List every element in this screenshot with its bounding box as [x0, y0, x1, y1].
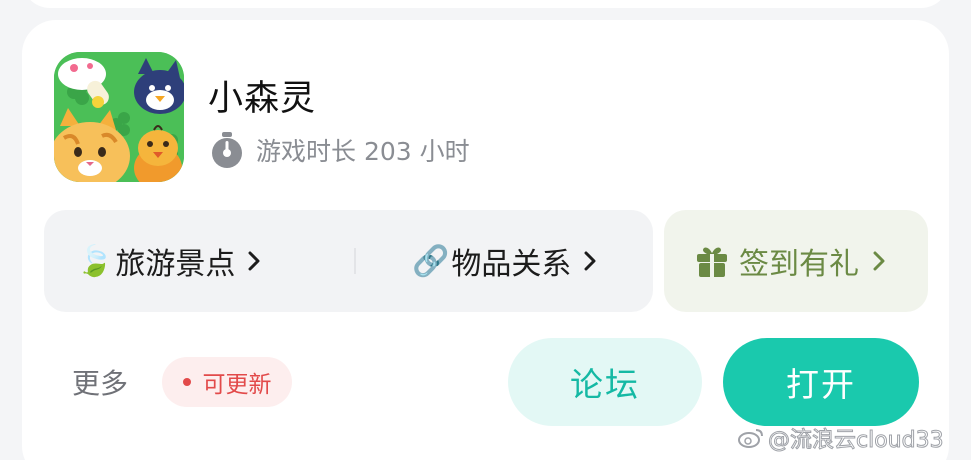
- app-icon-artwork: [54, 52, 184, 182]
- shortcut-item-relations[interactable]: 🔗 物品关系: [412, 210, 597, 312]
- chevron-right-icon: [248, 251, 260, 271]
- shortcut-label: 旅游景点: [115, 247, 236, 282]
- shortcut-divider: [354, 248, 356, 274]
- app-title: 小森灵: [208, 79, 317, 119]
- open-button[interactable]: 打开: [723, 338, 919, 426]
- update-available-badge[interactable]: 可更新: [162, 357, 292, 407]
- previous-card-edge: [22, 0, 949, 8]
- more-link[interactable]: 更多: [72, 362, 128, 402]
- gift-icon: [697, 247, 727, 277]
- stopwatch-icon: [212, 132, 242, 168]
- watermark: @流浪云cloud33: [738, 422, 944, 454]
- playtime-row: 游戏时长 203 小时: [210, 130, 470, 170]
- forum-button[interactable]: 论坛: [508, 338, 702, 426]
- playtime-text: 游戏时长 203 小时: [256, 137, 470, 166]
- app-icon[interactable]: [54, 52, 184, 182]
- shortcut-label: 物品关系: [451, 247, 572, 282]
- status-dot: [182, 378, 191, 386]
- checkin-label: 签到有礼: [739, 247, 859, 282]
- chevron-right-icon: [584, 251, 596, 271]
- shortcut-travel-spots[interactable]: 🍃 旅游景点: [76, 210, 261, 312]
- weibo-icon: [738, 429, 763, 448]
- watermark-text: @流浪云cloud33: [768, 428, 945, 454]
- page: 小森灵 游戏时长 203 小时 🍃 旅游景点 🔗 物品关系 签到有礼 更多 可更…: [0, 0, 971, 460]
- link-icon: 🔗: [412, 243, 450, 279]
- leaf-icon: 🍃: [76, 243, 114, 279]
- checkin-reward-button[interactable]: 签到有礼: [664, 210, 928, 312]
- update-badge-label: 可更新: [202, 372, 272, 398]
- chevron-right-icon: [873, 251, 885, 271]
